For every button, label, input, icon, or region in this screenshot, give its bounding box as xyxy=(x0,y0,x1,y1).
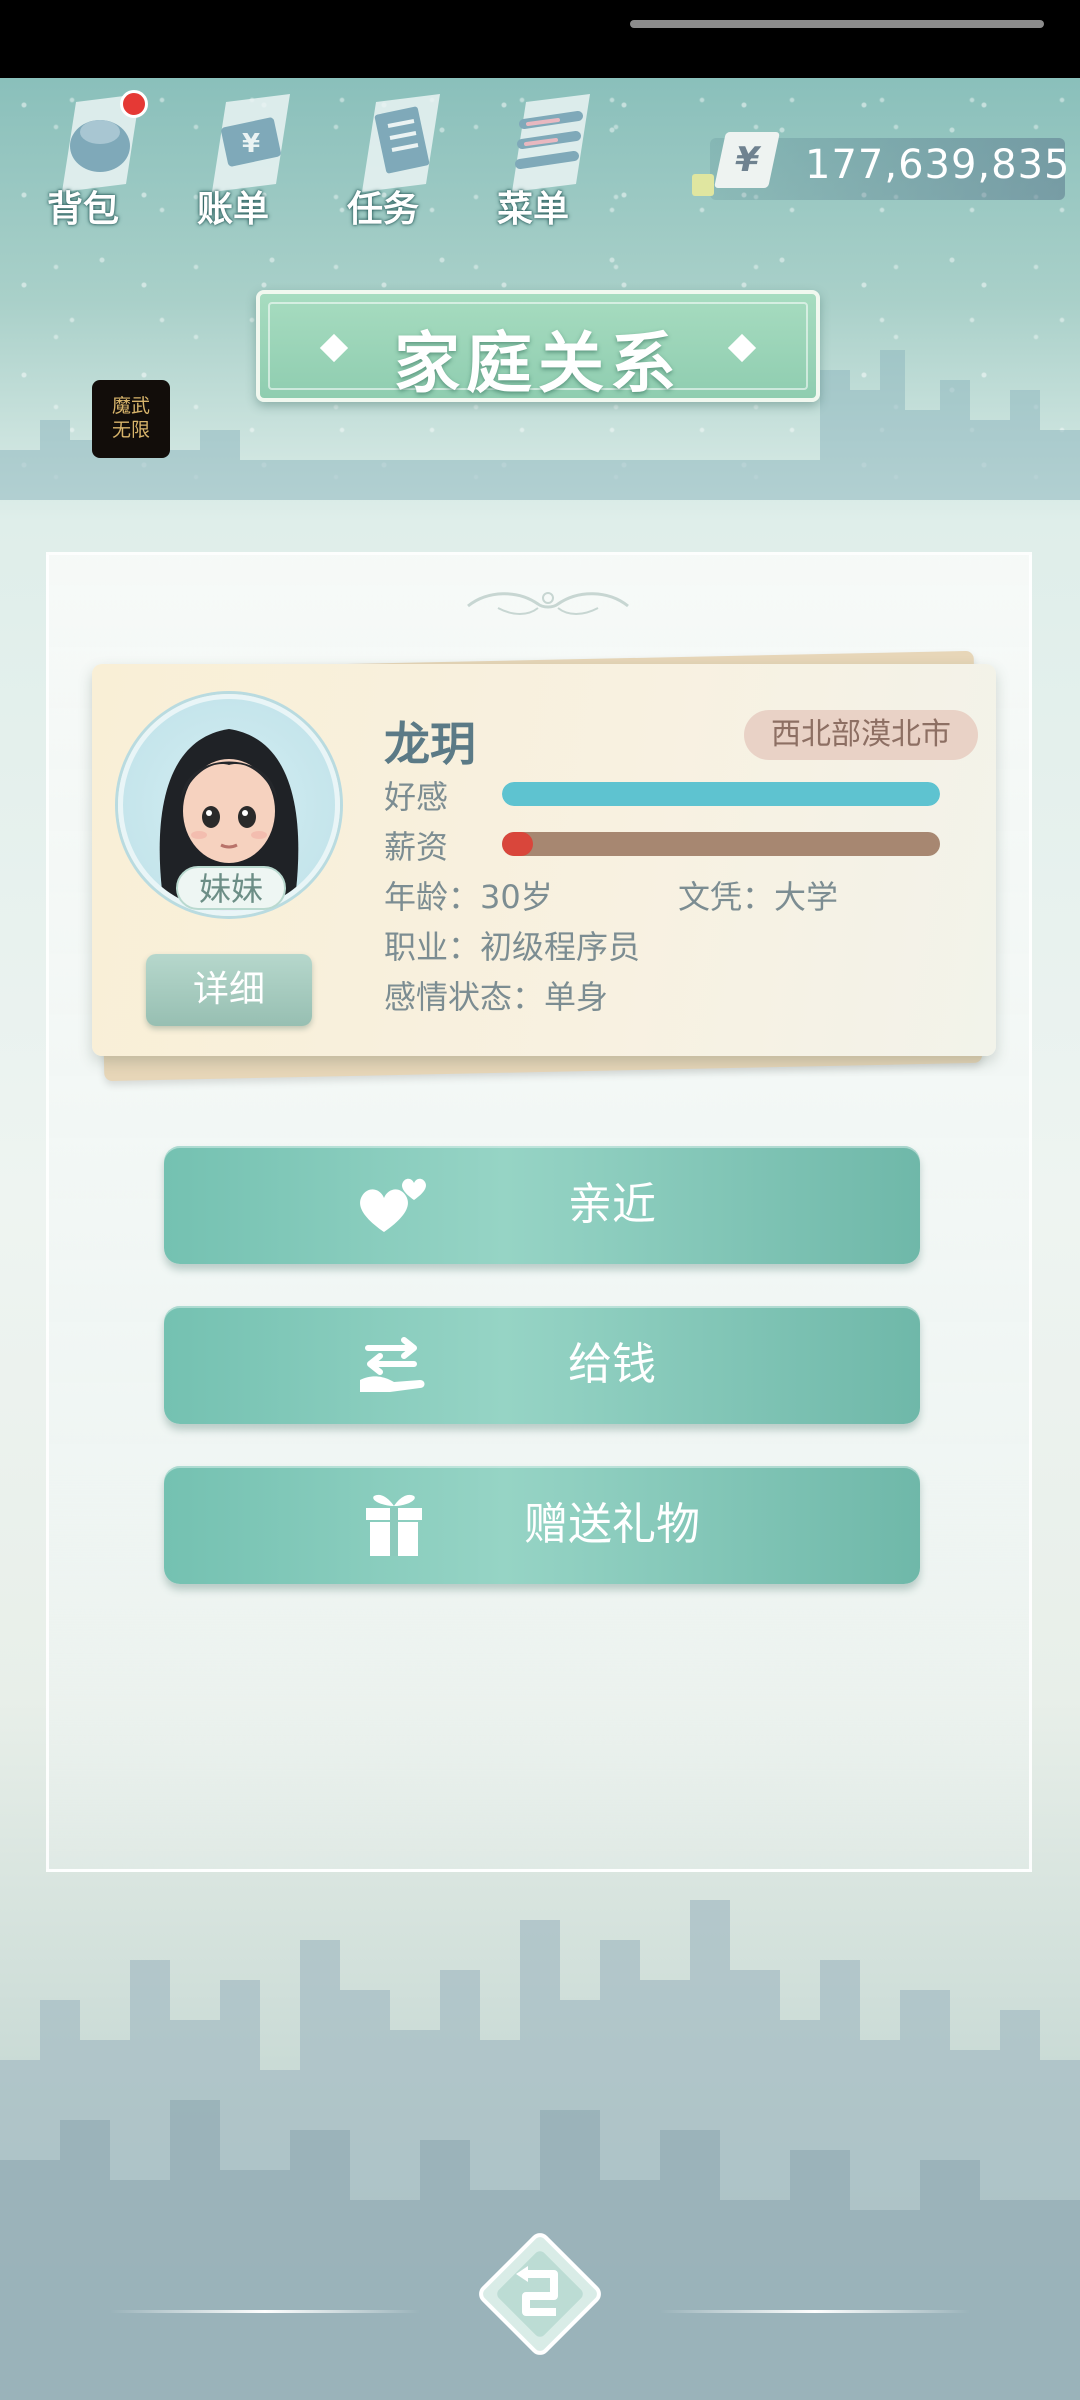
relationship-status-text: 感情状态：单身 xyxy=(384,978,609,1016)
decor-line xyxy=(660,2310,970,2313)
salary-bar-fill xyxy=(502,832,533,856)
toolbar-backpack[interactable]: 背包 xyxy=(28,88,158,230)
favor-label: 好感 xyxy=(384,778,449,816)
app-logo-line: 魔武 xyxy=(111,395,150,417)
action-label: 赠送礼物 xyxy=(524,1499,700,1550)
gem-icon xyxy=(692,174,714,196)
toolbar-label: 背包 xyxy=(46,189,119,230)
action-label: 亲近 xyxy=(568,1179,656,1230)
ornament-icon xyxy=(467,592,629,615)
toolbar-label: 任务 xyxy=(346,189,419,230)
back-arrow-icon xyxy=(479,2233,601,2355)
app-logo[interactable]: 魔武 无限 xyxy=(92,380,170,458)
send-gift-button[interactable]: 赠送礼物 xyxy=(164,1466,920,1584)
game-screen: 背包 ¥ 账单 任务 菜单 ¥ 177,639,835 家庭关系 魔武 无限 妹… xyxy=(0,0,1080,2400)
status-bar xyxy=(0,0,1080,78)
job-text: 职业：初级程序员 xyxy=(384,928,641,966)
toolbar-label: 菜单 xyxy=(496,189,569,230)
salary-bar xyxy=(502,832,940,856)
app-logo-line: 无限 xyxy=(111,419,150,441)
location-badge: 西北部漠北市 xyxy=(744,710,978,760)
decor-line xyxy=(110,2310,420,2313)
relation-tag: 妹妹 xyxy=(176,866,286,910)
character-name: 龙玥 xyxy=(384,717,476,771)
get-close-button[interactable]: 亲近 xyxy=(164,1146,920,1264)
notification-badge xyxy=(120,90,148,118)
gesture-pill xyxy=(630,20,1044,28)
title-banner: 家庭关系 xyxy=(256,290,820,402)
education-text: 文凭：大学 xyxy=(678,878,839,916)
detail-button[interactable]: 详细 xyxy=(146,954,312,1026)
currency-amount: 177,639,835 xyxy=(805,142,1071,188)
toolbar-menu[interactable]: 菜单 xyxy=(478,88,608,230)
action-label: 给钱 xyxy=(568,1339,656,1390)
favor-bar xyxy=(502,782,940,806)
svg-text:¥: ¥ xyxy=(242,129,260,159)
page-title: 家庭关系 xyxy=(394,325,682,402)
currency-display: ¥ 177,639,835 xyxy=(692,132,1069,200)
favor-bar-fill xyxy=(502,782,940,806)
salary-label: 薪资 xyxy=(384,828,449,866)
back-button[interactable] xyxy=(472,2226,608,2362)
give-money-button[interactable]: 给钱 xyxy=(164,1306,920,1424)
toolbar-task[interactable]: 任务 xyxy=(328,88,458,230)
toolbar-bill[interactable]: ¥ 账单 xyxy=(178,88,308,230)
age-text: 年龄：30岁 xyxy=(384,878,553,916)
toolbar-label: 账单 xyxy=(196,189,269,230)
